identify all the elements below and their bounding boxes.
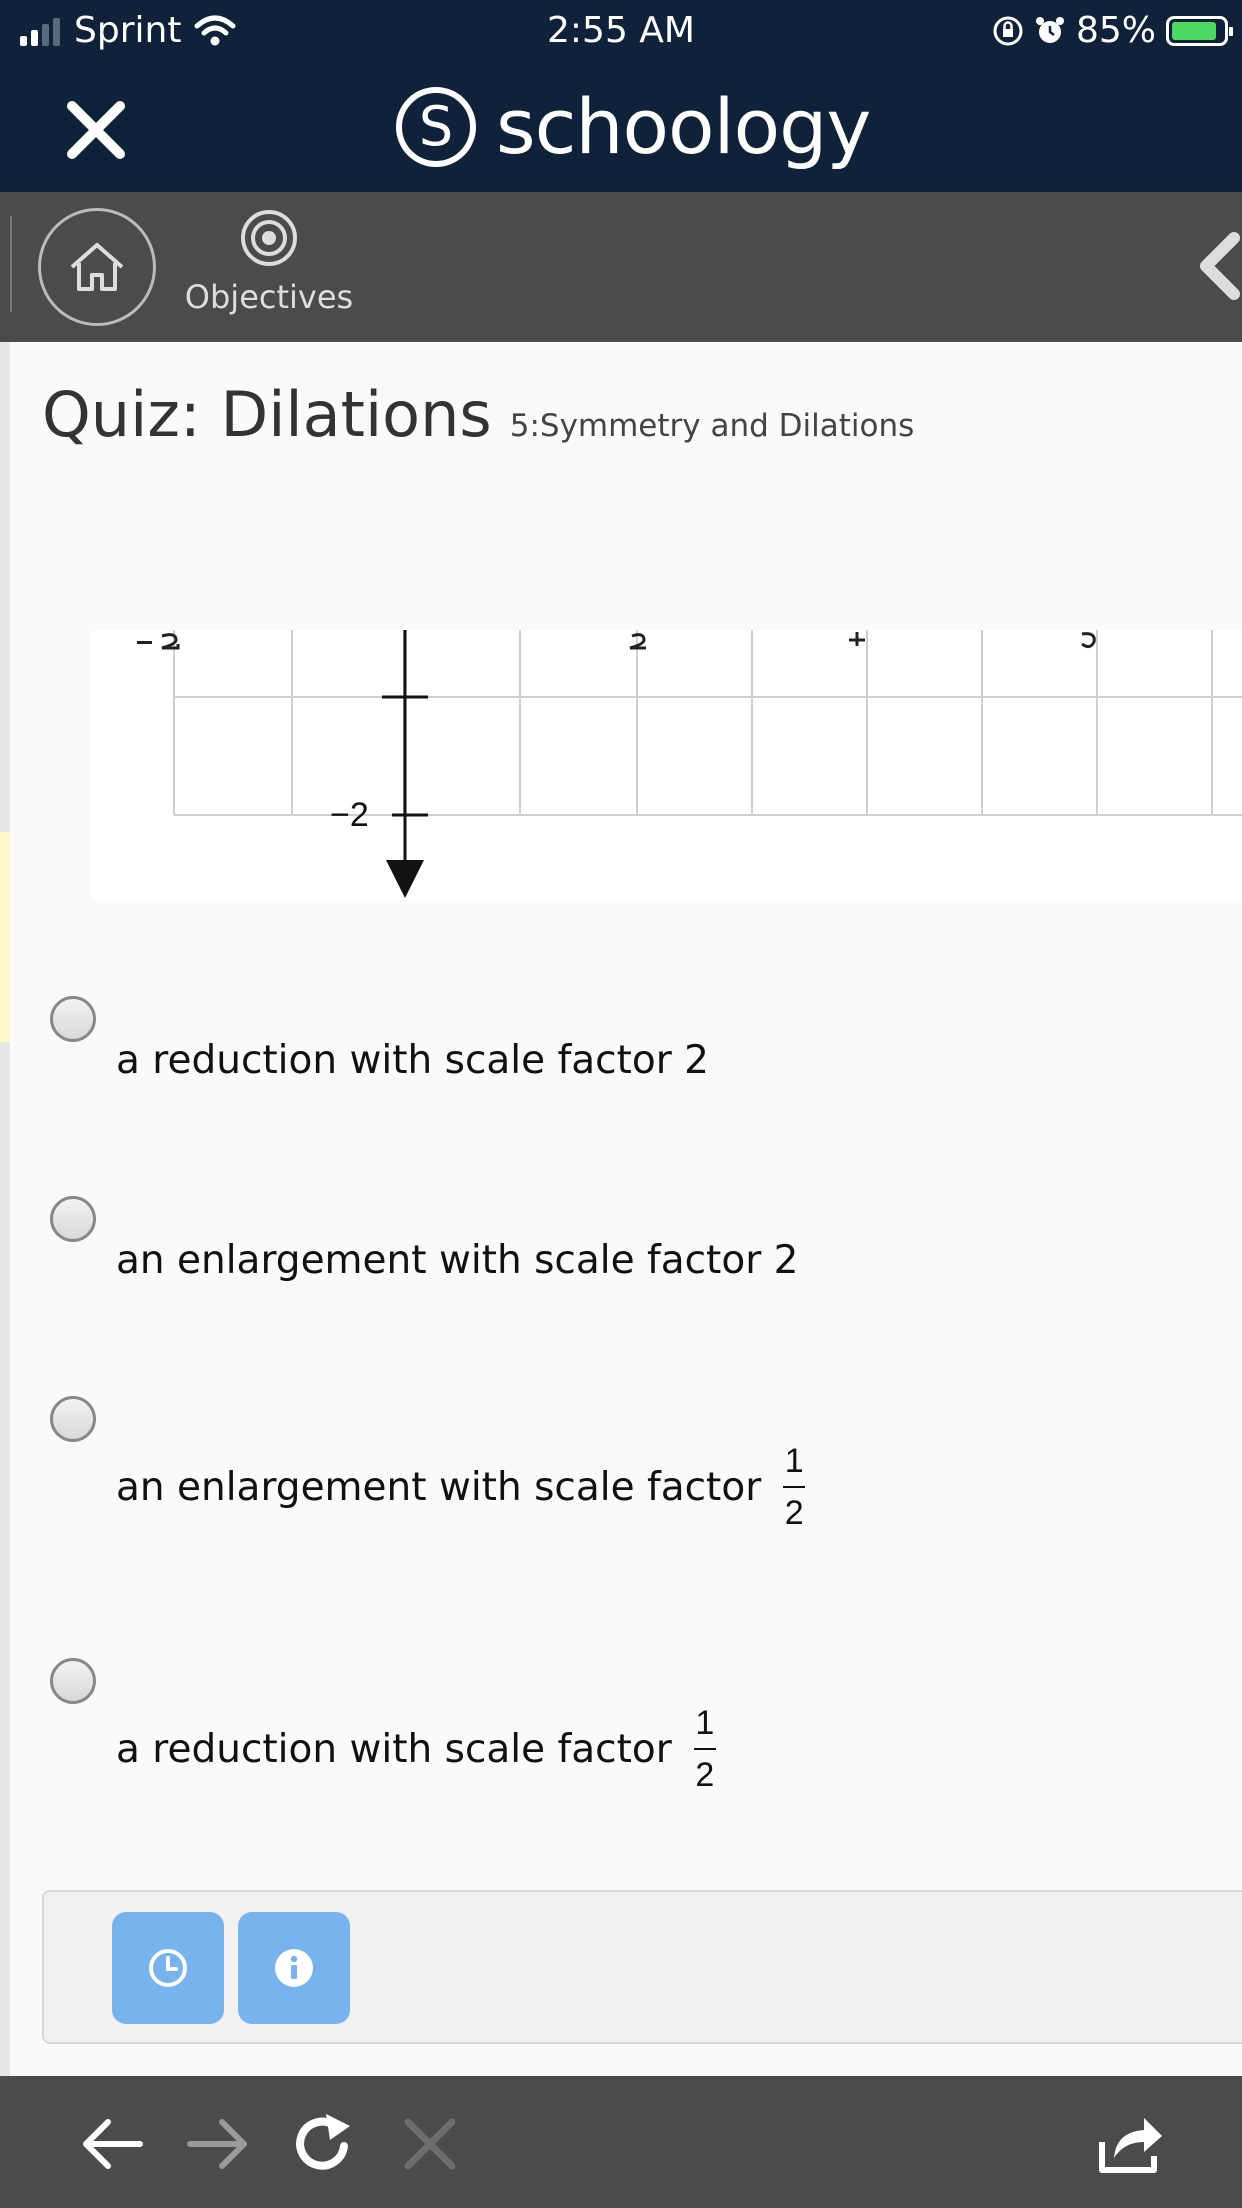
coordinate-graph: −2 [92, 630, 1242, 900]
objectives-label: Objectives [184, 278, 354, 316]
fraction: 1 2 [693, 1704, 716, 1794]
battery-percent: 85% [1075, 10, 1156, 51]
close-icon[interactable] [60, 94, 132, 166]
option-text: an enlargement with scale factor 1 2 [116, 1442, 806, 1532]
quiz-tools-panel [42, 1890, 1242, 2044]
refresh-icon[interactable] [284, 2106, 360, 2182]
forward-arrow-icon[interactable] [180, 2106, 256, 2182]
quiz-subtitle: 5:Symmetry and Dilations [509, 408, 915, 444]
orientation-lock-icon [993, 16, 1023, 45]
quiz-title: Quiz: Dilations [42, 378, 492, 451]
option-text: a reduction with scale factor 1 2 [116, 1704, 716, 1794]
objectives-button[interactable]: Objectives [184, 208, 354, 316]
share-icon[interactable] [1092, 2106, 1168, 2182]
alarm-icon [1035, 16, 1064, 43]
toolbar-divider [10, 216, 12, 312]
option-text: a reduction with scale factor 2 [116, 1038, 709, 1083]
schoology-logo: S schoology [396, 82, 871, 171]
app-header: S schoology [0, 62, 1242, 192]
clock-icon [149, 1949, 187, 1987]
radio-button[interactable] [50, 1658, 96, 1704]
home-button[interactable] [38, 208, 156, 326]
timer-button[interactable] [112, 1912, 224, 2024]
chevron-left-icon[interactable] [1194, 230, 1242, 302]
fraction: 1 2 [783, 1442, 806, 1532]
radio-button[interactable] [50, 1396, 96, 1442]
status-bar: Sprint 2:55 AM 85% [0, 0, 1242, 62]
objectives-icon [241, 210, 297, 266]
logo-mark: S [396, 86, 476, 167]
battery-icon [1166, 15, 1233, 46]
brand-name: schoology [496, 82, 871, 171]
info-button[interactable] [238, 1912, 350, 2024]
back-arrow-icon[interactable] [74, 2106, 150, 2182]
option-text: an enlargement with scale factor 2 [116, 1238, 799, 1283]
bottom-navigation-bar [0, 2076, 1242, 2208]
left-edge [0, 342, 10, 2076]
radio-button[interactable] [50, 996, 96, 1042]
quiz-content [0, 342, 1242, 2076]
y-tick-label: −2 [330, 796, 369, 834]
status-right: 85% [992, 10, 1233, 51]
home-icon [70, 243, 124, 291]
info-icon [275, 1949, 313, 1987]
page-title: Quiz: Dilations 5:Symmetry and Dilations [42, 378, 914, 451]
radio-button[interactable] [50, 1196, 96, 1242]
stop-icon[interactable] [392, 2106, 468, 2182]
course-toolbar: Objectives [0, 192, 1242, 342]
